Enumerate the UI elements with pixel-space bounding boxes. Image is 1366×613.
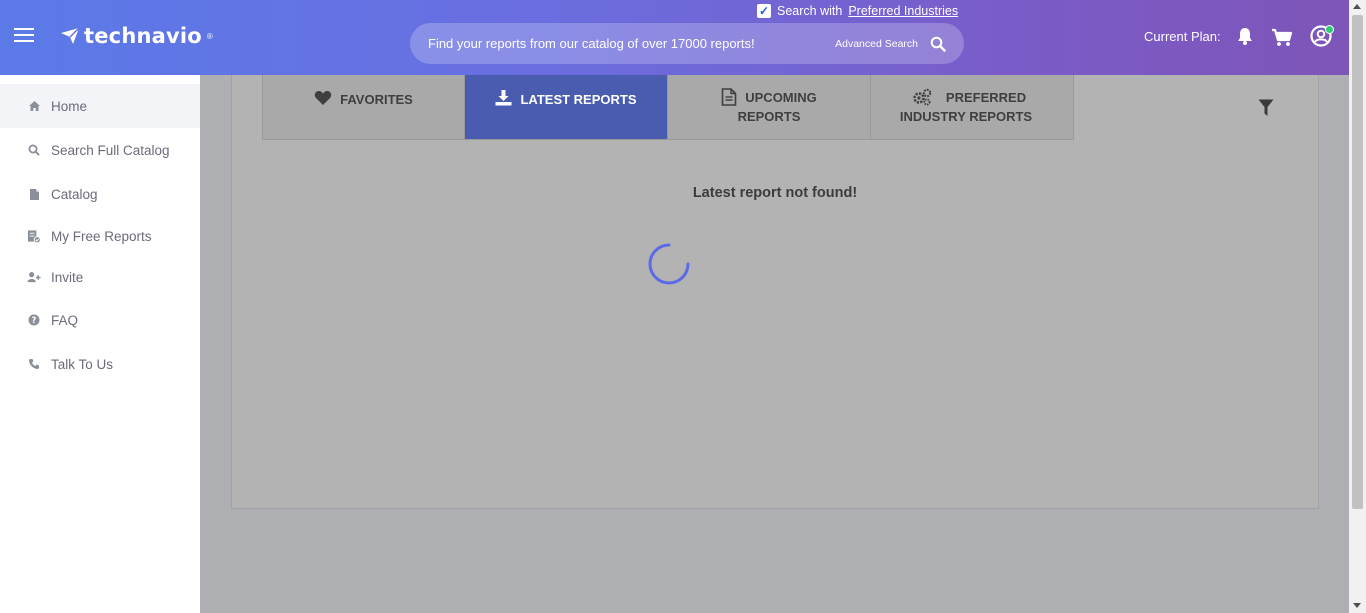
sidebar-item-label: Home xyxy=(51,98,88,114)
sidebar-item-search-full-catalog[interactable]: Search Full Catalog xyxy=(0,128,200,172)
search-icon xyxy=(27,143,41,157)
empty-state-message: Latest report not found! xyxy=(692,185,858,201)
current-plan-label: Current Plan: xyxy=(1144,29,1221,44)
sidebar-item-label: My Free Reports xyxy=(51,228,152,244)
sidebar-item-catalog[interactable]: Catalog xyxy=(0,172,200,216)
tab-label: LATEST REPORTS xyxy=(520,91,637,107)
sidebar-item-home[interactable]: Home xyxy=(0,84,200,128)
download-icon xyxy=(495,89,512,105)
search-input[interactable]: Find your reports from our catalog of ov… xyxy=(428,36,835,51)
svg-text:?: ? xyxy=(32,316,37,326)
phone-icon xyxy=(27,357,41,371)
scroll-thumb[interactable] xyxy=(1352,15,1363,509)
sidebar-item-label: Invite xyxy=(51,269,84,285)
preferred-industries-row: ✓ Search with Preferred Industries xyxy=(757,4,958,18)
heart-icon xyxy=(314,90,332,105)
filter-icon[interactable] xyxy=(1258,99,1274,117)
sidebar-item-label: Catalog xyxy=(51,186,98,202)
document-icon xyxy=(27,187,41,201)
sidebar-item-talk-to-us[interactable]: Talk To Us xyxy=(0,342,200,386)
tab-label-line1: UPCOMING xyxy=(745,90,817,105)
tab-label-line2: INDUSTRY REPORTS xyxy=(899,109,1033,124)
preferred-prefix: Search with xyxy=(777,4,843,18)
logo-text: technavio xyxy=(84,24,202,48)
sidebar-item-invite[interactable]: Invite xyxy=(0,256,200,298)
tab-preferred-industry-reports[interactable]: PREFERRED INDUSTRY REPORTS xyxy=(871,75,1074,140)
loading-spinner xyxy=(648,243,690,285)
menu-icon[interactable] xyxy=(14,28,34,44)
scroll-up-arrow[interactable] xyxy=(1353,4,1361,9)
preferred-industries-link[interactable]: Preferred Industries xyxy=(848,4,958,18)
preferred-industries-checkbox[interactable]: ✓ xyxy=(757,4,771,18)
bell-icon[interactable] xyxy=(1236,27,1254,46)
sidebar: Home Search Full Catalog Catalog My Free… xyxy=(0,75,200,613)
sidebar-item-label: Search Full Catalog xyxy=(51,142,170,158)
tab-label: FAVORITES xyxy=(340,91,413,107)
gears-icon xyxy=(913,88,932,106)
check-icon: ✓ xyxy=(758,4,770,18)
reports-card: FAVORITES LATEST REPORTS UPCOMING REPORT… xyxy=(231,75,1319,509)
tab-label-line1: PREFERRED xyxy=(945,90,1027,105)
sidebar-item-my-free-reports[interactable]: My Free Reports xyxy=(0,216,200,256)
sidebar-item-faq[interactable]: ? FAQ xyxy=(0,298,200,342)
search-bar[interactable]: Find your reports from our catalog of ov… xyxy=(410,23,964,64)
tab-upcoming-reports[interactable]: UPCOMING REPORTS xyxy=(668,75,871,140)
tab-label-line2: REPORTS xyxy=(737,109,801,124)
logo-registered: ® xyxy=(206,31,213,41)
main-content: FAVORITES LATEST REPORTS UPCOMING REPORT… xyxy=(200,75,1349,613)
sidebar-item-label: Talk To Us xyxy=(51,356,114,372)
tab-latest-reports[interactable]: LATEST REPORTS xyxy=(465,75,668,140)
report-tabs: FAVORITES LATEST REPORTS UPCOMING REPORT… xyxy=(262,75,1074,140)
scroll-down-arrow[interactable] xyxy=(1353,603,1361,608)
top-header: technavio ® ✓ Search with Preferred Indus… xyxy=(0,0,1349,75)
report-check-icon xyxy=(27,229,41,243)
user-plus-icon xyxy=(27,270,41,284)
tab-favorites[interactable]: FAVORITES xyxy=(262,75,465,140)
search-icon[interactable] xyxy=(930,36,946,52)
technavio-logo[interactable]: technavio ® xyxy=(60,24,213,48)
paper-plane-icon xyxy=(61,27,80,44)
page-scrollbar[interactable] xyxy=(1349,0,1366,613)
home-icon xyxy=(27,99,41,113)
online-status-dot xyxy=(1325,25,1334,34)
cart-icon[interactable] xyxy=(1271,28,1293,47)
advanced-search-link[interactable]: Advanced Search xyxy=(835,38,918,50)
document-icon xyxy=(721,88,737,106)
sidebar-item-label: FAQ xyxy=(51,312,79,328)
question-circle-icon: ? xyxy=(27,313,41,327)
